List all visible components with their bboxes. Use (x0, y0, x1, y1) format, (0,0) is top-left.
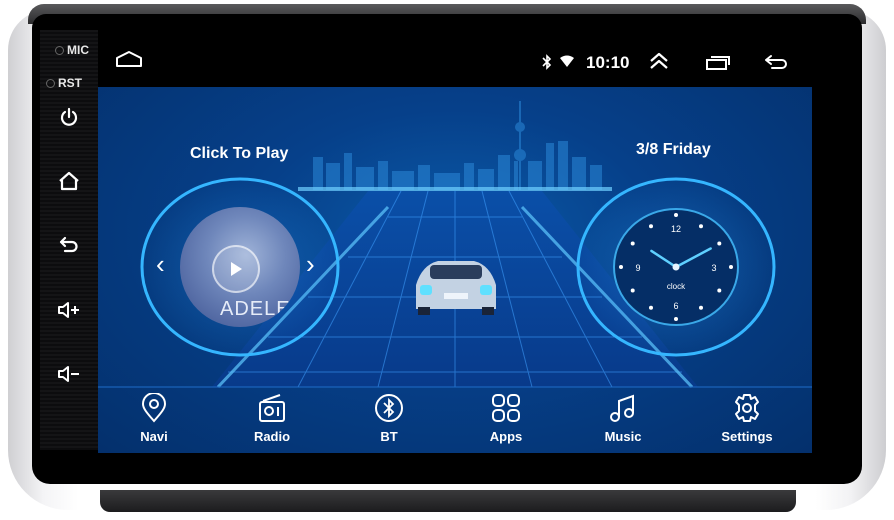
mic-hole-icon (55, 45, 64, 55)
home-outline-icon (116, 51, 142, 67)
bluetooth-icon (375, 394, 403, 422)
dock-label-music: Music (604, 429, 642, 444)
home-nav-button[interactable] (114, 50, 144, 68)
clock-tick (649, 224, 653, 229)
back-icon (765, 55, 787, 69)
reset-button[interactable]: RST (46, 76, 82, 90)
horizon-glow (298, 187, 612, 191)
dock-item-radio[interactable]: Radio (227, 393, 317, 444)
dock-label-bt: BT (380, 429, 398, 444)
analog-clock[interactable]: 12 3 6 9 clock (610, 205, 742, 329)
music-note-icon (610, 394, 634, 422)
play-button[interactable] (212, 245, 260, 293)
double-chevron-up-icon (650, 52, 668, 69)
dock-label-apps: Apps (489, 429, 523, 444)
status-time: 10:10 (586, 53, 630, 72)
back-button[interactable] (56, 232, 82, 258)
reset-hole-icon (46, 78, 55, 88)
clock-tick (717, 288, 722, 293)
recent-apps-button[interactable] (705, 55, 731, 71)
play-icon (231, 262, 242, 276)
dock-label-navi: Navi (140, 429, 168, 444)
previous-track-button[interactable]: ‹ (156, 249, 165, 280)
dock-label-settings: Settings (721, 429, 773, 444)
wifi-status (560, 55, 574, 67)
volume-up-button[interactable] (56, 297, 82, 323)
clock-tick (699, 305, 703, 310)
reset-label: RST (58, 76, 82, 90)
clock-numeral-3: 3 (711, 263, 716, 273)
power-button[interactable] (56, 104, 82, 130)
album-title: ADELE (220, 298, 291, 320)
mic-label: MIC (67, 43, 89, 57)
status-bar: 10:10 (98, 38, 818, 88)
next-track-button[interactable]: › (306, 249, 315, 280)
city-skyline (313, 101, 602, 190)
dock-label-radio: Radio (253, 429, 291, 444)
clock-tick-major (674, 317, 678, 321)
clock-tick (717, 241, 722, 246)
dock-item-settings[interactable]: Settings (702, 393, 792, 444)
clock-numeral-6: 6 (673, 301, 678, 311)
car-graphic (416, 261, 496, 315)
clock-tick-major (674, 213, 678, 217)
clock-tick (649, 305, 653, 310)
clock-numeral-9: 9 (635, 263, 640, 273)
day-text: Friday (662, 141, 711, 158)
power-icon (60, 107, 78, 126)
clock-tick-major (619, 265, 623, 269)
app-dock: Navi Radio BT Apps Music Settings (98, 387, 812, 453)
wifi-icon (560, 55, 574, 67)
apps-grid-icon (492, 394, 520, 422)
volume-down-icon (58, 366, 79, 382)
clock-tick-major (729, 265, 733, 269)
music-widget-label[interactable]: Click To Play (190, 145, 288, 163)
bluetooth-icon (542, 54, 552, 70)
bluetooth-status (542, 54, 552, 70)
location-pin-icon (141, 393, 167, 423)
clock-tick (630, 288, 635, 293)
back-nav-button[interactable] (764, 54, 790, 70)
recent-apps-icon (706, 56, 730, 70)
back-icon (59, 236, 78, 253)
home-icon (59, 171, 79, 191)
gear-icon (735, 394, 759, 422)
home-screen: Click To Play ADELE ‹ › 3/8 Friday 12 3 … (98, 87, 812, 453)
clock-numeral-12: 12 (671, 224, 681, 234)
dock-item-music[interactable]: Music (578, 393, 668, 444)
dock-item-navi[interactable]: Navi (109, 393, 199, 444)
volume-down-button[interactable] (56, 361, 82, 387)
mic-indicator: MIC (55, 43, 89, 57)
volume-up-icon (58, 302, 79, 318)
clock-tick (630, 241, 635, 246)
device-frame-bottom (100, 490, 796, 512)
dock-item-bt[interactable]: BT (344, 393, 434, 444)
radio-icon (259, 394, 285, 422)
date-text: 3/8 (636, 141, 659, 158)
dock-item-apps[interactable]: Apps (461, 393, 551, 444)
date-display: 3/8 Friday (636, 141, 711, 159)
notifications-expand-button[interactable] (648, 52, 670, 70)
clock-center (672, 263, 680, 271)
home-button[interactable] (56, 168, 82, 194)
clock-label: clock (667, 282, 686, 291)
clock-tick (699, 224, 703, 229)
